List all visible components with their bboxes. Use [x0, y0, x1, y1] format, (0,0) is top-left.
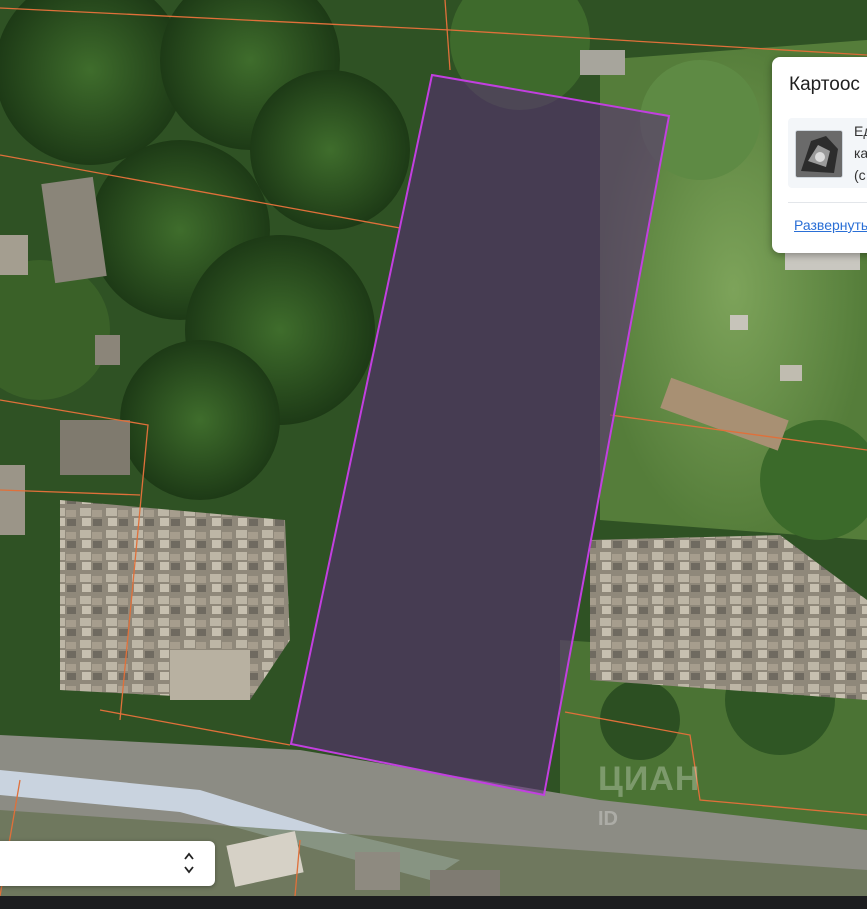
- divider: [788, 202, 867, 203]
- card-line-3: (с: [854, 167, 866, 183]
- cadastre-info-card: Картоос Ед ка (с Развернуть: [772, 57, 867, 253]
- card-line-1: Ед: [854, 123, 867, 139]
- layer-select[interactable]: [0, 841, 215, 886]
- layer-item[interactable]: Ед ка (с: [788, 118, 867, 188]
- card-line-2: ка: [854, 145, 867, 161]
- watermark-brand: ЦИАН: [598, 760, 701, 798]
- watermark-id: ID: [598, 808, 618, 830]
- bottom-bar: [0, 896, 867, 909]
- satellite-imagery: [0, 0, 867, 896]
- chevron-up-down-icon: [183, 850, 195, 876]
- expand-link[interactable]: Развернуть: [794, 217, 867, 233]
- satellite-map[interactable]: ЦИАН ID: [0, 0, 867, 896]
- map-thumbnail-icon: [795, 130, 843, 178]
- card-title: Картоос: [789, 74, 860, 95]
